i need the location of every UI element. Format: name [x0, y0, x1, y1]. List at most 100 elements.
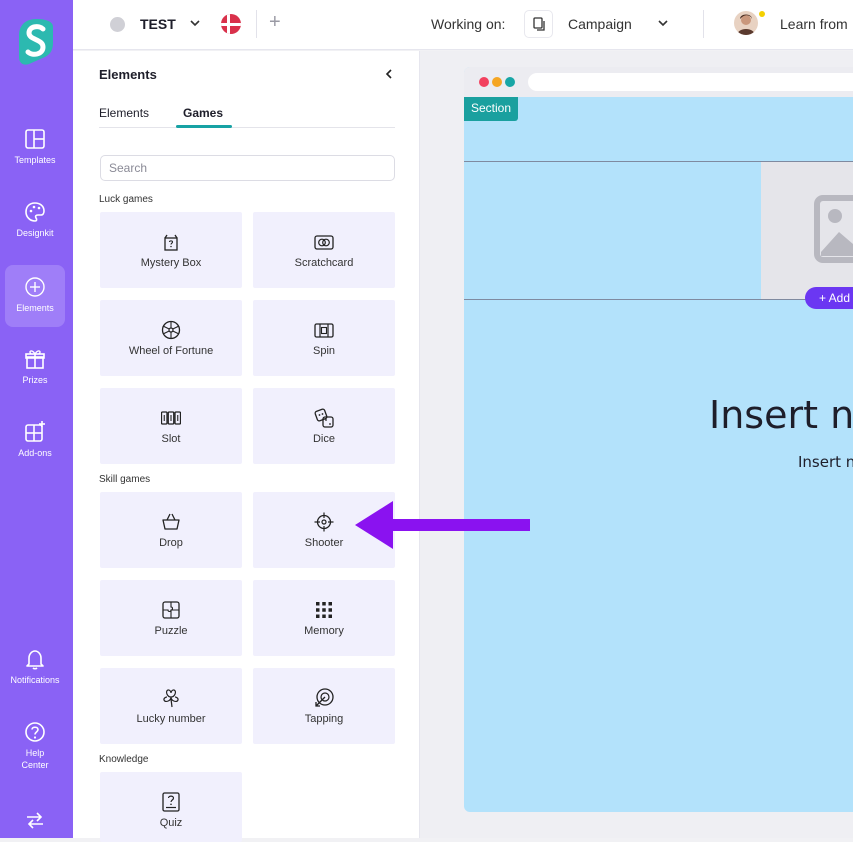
card-label: Puzzle	[154, 625, 188, 637]
scratchcard-icon	[314, 235, 334, 250]
add-language-button[interactable]: +	[269, 12, 281, 32]
image-placeholder[interactable]	[761, 162, 853, 299]
elements-panel: Elements Elements Games Luck games Myste…	[73, 51, 420, 842]
puzzle-icon	[162, 601, 180, 619]
working-on-label: Working on:	[431, 16, 506, 32]
group-label: Luck games	[99, 194, 153, 205]
learn-link[interactable]: Learn from	[780, 16, 848, 32]
add-ons-icon	[25, 421, 45, 442]
game-card-puzzle[interactable]: Puzzle	[100, 580, 242, 656]
card-label: Tapping	[304, 713, 344, 725]
headline-text[interactable]: Insert n	[709, 393, 853, 437]
palette-icon	[25, 202, 45, 222]
game-card-tapping[interactable]: Tapping	[253, 668, 395, 744]
quiz-icon	[162, 792, 180, 812]
game-card-memory[interactable]: Memory	[253, 580, 395, 656]
dice-icon	[314, 408, 334, 428]
chevron-down-icon[interactable]	[657, 17, 669, 29]
campaign-type-button[interactable]	[524, 10, 553, 38]
card-label: Quiz	[159, 817, 183, 829]
card-label: Slot	[161, 433, 181, 445]
subline-text[interactable]: Insert n	[798, 453, 853, 471]
divider	[256, 10, 257, 38]
project-name[interactable]: TEST	[140, 16, 176, 32]
templates-icon	[25, 129, 45, 149]
game-card-quiz[interactable]: Quiz	[100, 772, 242, 842]
nav-label: Prizes	[22, 375, 48, 385]
wheel-icon	[161, 320, 181, 340]
search-input[interactable]	[100, 155, 395, 181]
status-dot	[110, 17, 125, 32]
group-label: Knowledge	[99, 754, 149, 765]
card-label: Drop	[159, 537, 183, 549]
avatar[interactable]	[734, 11, 758, 35]
target-tap-icon	[315, 688, 334, 707]
mystery-box-icon	[164, 234, 178, 251]
nav-templates[interactable]: Templates	[5, 124, 65, 186]
card-label: Lucky number	[136, 713, 206, 725]
divider	[703, 10, 704, 38]
chevron-down-icon[interactable]	[189, 17, 201, 29]
game-card-mystery-box[interactable]: Mystery Box	[100, 212, 242, 288]
flag-denmark-icon[interactable]	[221, 14, 241, 34]
notification-dot	[759, 11, 765, 17]
window-dot-teal	[505, 77, 515, 87]
window-dot-yellow	[492, 77, 502, 87]
campaign-selector[interactable]: Campaign	[568, 16, 632, 32]
game-card-spin[interactable]: Spin	[253, 300, 395, 376]
game-card-slot[interactable]: Slot	[100, 388, 242, 464]
nav-notifications[interactable]: Notifications	[5, 644, 65, 706]
section-divider	[464, 299, 853, 300]
game-card-wheel-of-fortune[interactable]: Wheel of Fortune	[100, 300, 242, 376]
nav-prizes[interactable]: Prizes	[5, 344, 65, 406]
game-card-dice[interactable]: Dice	[253, 388, 395, 464]
logo-icon[interactable]	[17, 17, 55, 67]
nav-label: Notifications	[10, 675, 60, 685]
left-rail: Templates Designkit Elements Prizes Add-…	[0, 0, 73, 838]
bell-icon	[26, 650, 44, 670]
slot-icon	[161, 411, 181, 425]
document-copy-icon	[533, 17, 545, 31]
add-element-button[interactable]: + Add	[805, 287, 853, 309]
nav-add-ons[interactable]: Add-ons	[5, 417, 65, 479]
editor-canvas: Section + Add Insert n Insert n	[420, 51, 853, 838]
help-icon	[25, 722, 45, 742]
gift-icon	[25, 350, 45, 369]
top-bar: TEST + Working on: Campaign Learn from	[73, 0, 853, 50]
nav-label: Help Center	[21, 748, 49, 770]
nav-elements[interactable]: Elements	[5, 265, 65, 327]
tab-games[interactable]: Games	[183, 106, 223, 120]
game-card-drop[interactable]: Drop	[100, 492, 242, 568]
section-tag[interactable]: Section	[464, 97, 519, 121]
panel-title: Elements	[99, 67, 157, 82]
nav-label: Designkit	[16, 228, 54, 238]
card-label: Scratchcard	[294, 257, 354, 269]
image-icon	[814, 195, 853, 263]
card-label: Mystery Box	[140, 257, 202, 269]
game-card-lucky-number[interactable]: Lucky number	[100, 668, 242, 744]
tab-rule	[99, 127, 395, 128]
url-bar	[528, 73, 853, 91]
card-label: Memory	[304, 625, 344, 637]
basket-icon	[162, 513, 180, 530]
switch-icon[interactable]	[24, 809, 46, 831]
nav-label: Elements	[16, 303, 54, 313]
nav-label: Templates	[14, 155, 56, 165]
window-dot-red	[479, 77, 489, 87]
spin-icon	[314, 323, 334, 338]
browser-bar	[464, 67, 853, 97]
card-label: Wheel of Fortune	[128, 345, 214, 357]
card-label: Dice	[312, 433, 335, 445]
crosshair-icon	[314, 512, 334, 532]
annotation-arrow-icon	[355, 501, 530, 549]
browser-preview: Section + Add Insert n Insert n	[464, 67, 853, 812]
tab-elements[interactable]: Elements	[99, 106, 149, 120]
nav-label: Add-ons	[18, 448, 52, 458]
chevron-left-icon[interactable]	[383, 68, 395, 80]
group-label: Skill games	[99, 474, 151, 485]
nav-designkit[interactable]: Designkit	[5, 197, 65, 259]
grid-dots-icon	[316, 602, 332, 618]
active-tab-indicator	[176, 125, 232, 128]
nav-help-center[interactable]: Help Center	[5, 717, 65, 787]
game-card-scratchcard[interactable]: Scratchcard	[253, 212, 395, 288]
